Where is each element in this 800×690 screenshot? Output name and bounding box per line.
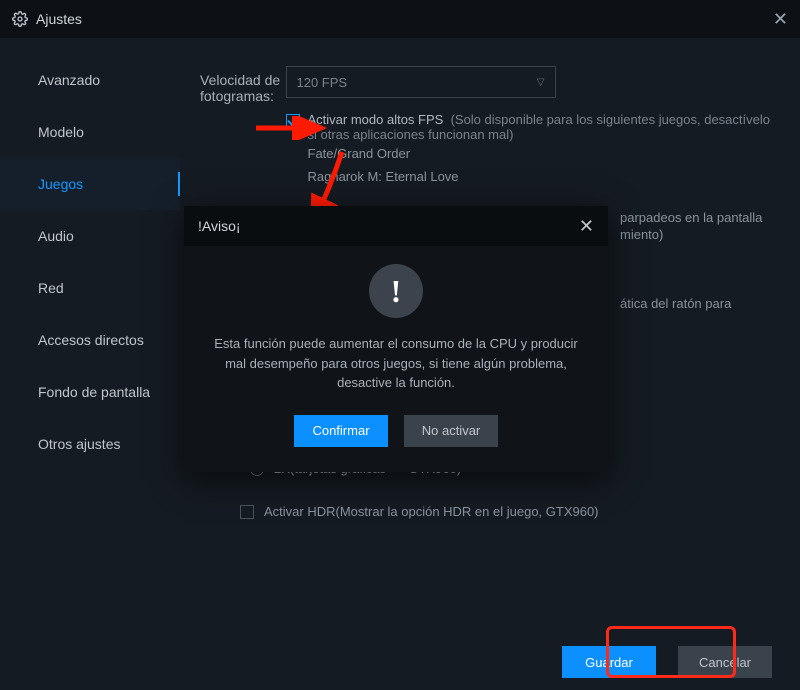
modal-title: !Aviso¡ (198, 218, 241, 234)
cancel-button[interactable]: Cancelar (678, 646, 772, 678)
hdr-label: Activar HDR(Mostrar la opción HDR en el … (264, 504, 599, 519)
close-icon[interactable]: ✕ (773, 9, 788, 30)
window-title: Ajustes (36, 11, 82, 27)
sidebar-item-label: Avanzado (38, 72, 100, 88)
chevron-down-icon: ▽ (537, 77, 545, 88)
modal-message: Esta función puede aumentar el consumo d… (214, 334, 578, 393)
footer: Guardar Cancelar (0, 634, 800, 690)
gear-icon (12, 11, 28, 27)
sidebar-item-label: Accesos directos (38, 332, 144, 348)
hint-flicker-line1: parpadeos en la pantalla (620, 210, 780, 225)
title-bar: Ajustes ✕ (0, 0, 800, 38)
sidebar-item-audio[interactable]: Audio (0, 210, 180, 262)
sidebar-item-label: Audio (38, 228, 74, 244)
fps-select-value: 120 FPS (297, 75, 348, 90)
hint-mouse-line1: ática del ratón para (620, 296, 780, 311)
modal-close-icon[interactable]: ✕ (579, 216, 594, 237)
sidebar-item-avanzado[interactable]: Avanzado (0, 54, 180, 106)
sidebar-item-label: Red (38, 280, 64, 296)
save-button[interactable]: Guardar (562, 646, 656, 678)
sidebar-item-juegos[interactable]: Juegos (0, 158, 180, 210)
game-list-item: Ragnarok M: Eternal Love (308, 165, 781, 188)
sidebar-item-otros[interactable]: Otros ajustes (0, 418, 180, 470)
modal-header: !Aviso¡ ✕ (184, 206, 608, 246)
highfps-checkbox[interactable] (286, 114, 300, 128)
sidebar-item-label: Modelo (38, 124, 84, 140)
modal-deny-button[interactable]: No activar (404, 415, 498, 447)
highfps-label: Activar modo altos FPS (Solo disponible … (308, 112, 781, 142)
modal-confirm-button[interactable]: Confirmar (294, 415, 388, 447)
warning-modal: !Aviso¡ ✕ ! Esta función puede aumentar … (184, 206, 608, 472)
game-list: Fate/Grand Order Ragnarok M: Eternal Lov… (286, 142, 781, 188)
hdr-checkbox[interactable] (240, 505, 254, 519)
sidebar-item-fondo[interactable]: Fondo de pantalla (0, 366, 180, 418)
sidebar-item-label: Juegos (38, 176, 83, 192)
hdr-row: Activar HDR(Mostrar la opción HDR en el … (240, 503, 780, 519)
hint-flicker-line2: miento) (620, 227, 780, 242)
game-list-item: Fate/Grand Order (308, 142, 781, 165)
fps-label: Velocidad de fotogramas: (200, 66, 286, 104)
fps-select[interactable]: 120 FPS ▽ (286, 66, 556, 98)
sidebar-item-label: Otros ajustes (38, 436, 120, 452)
sidebar-item-modelo[interactable]: Modelo (0, 106, 180, 158)
sidebar-item-label: Fondo de pantalla (38, 384, 150, 400)
sidebar-item-accesos[interactable]: Accesos directos (0, 314, 180, 366)
sidebar-item-red[interactable]: Red (0, 262, 180, 314)
sidebar: Avanzado Modelo Juegos Audio Red Accesos… (0, 38, 180, 634)
warning-icon: ! (369, 264, 423, 318)
